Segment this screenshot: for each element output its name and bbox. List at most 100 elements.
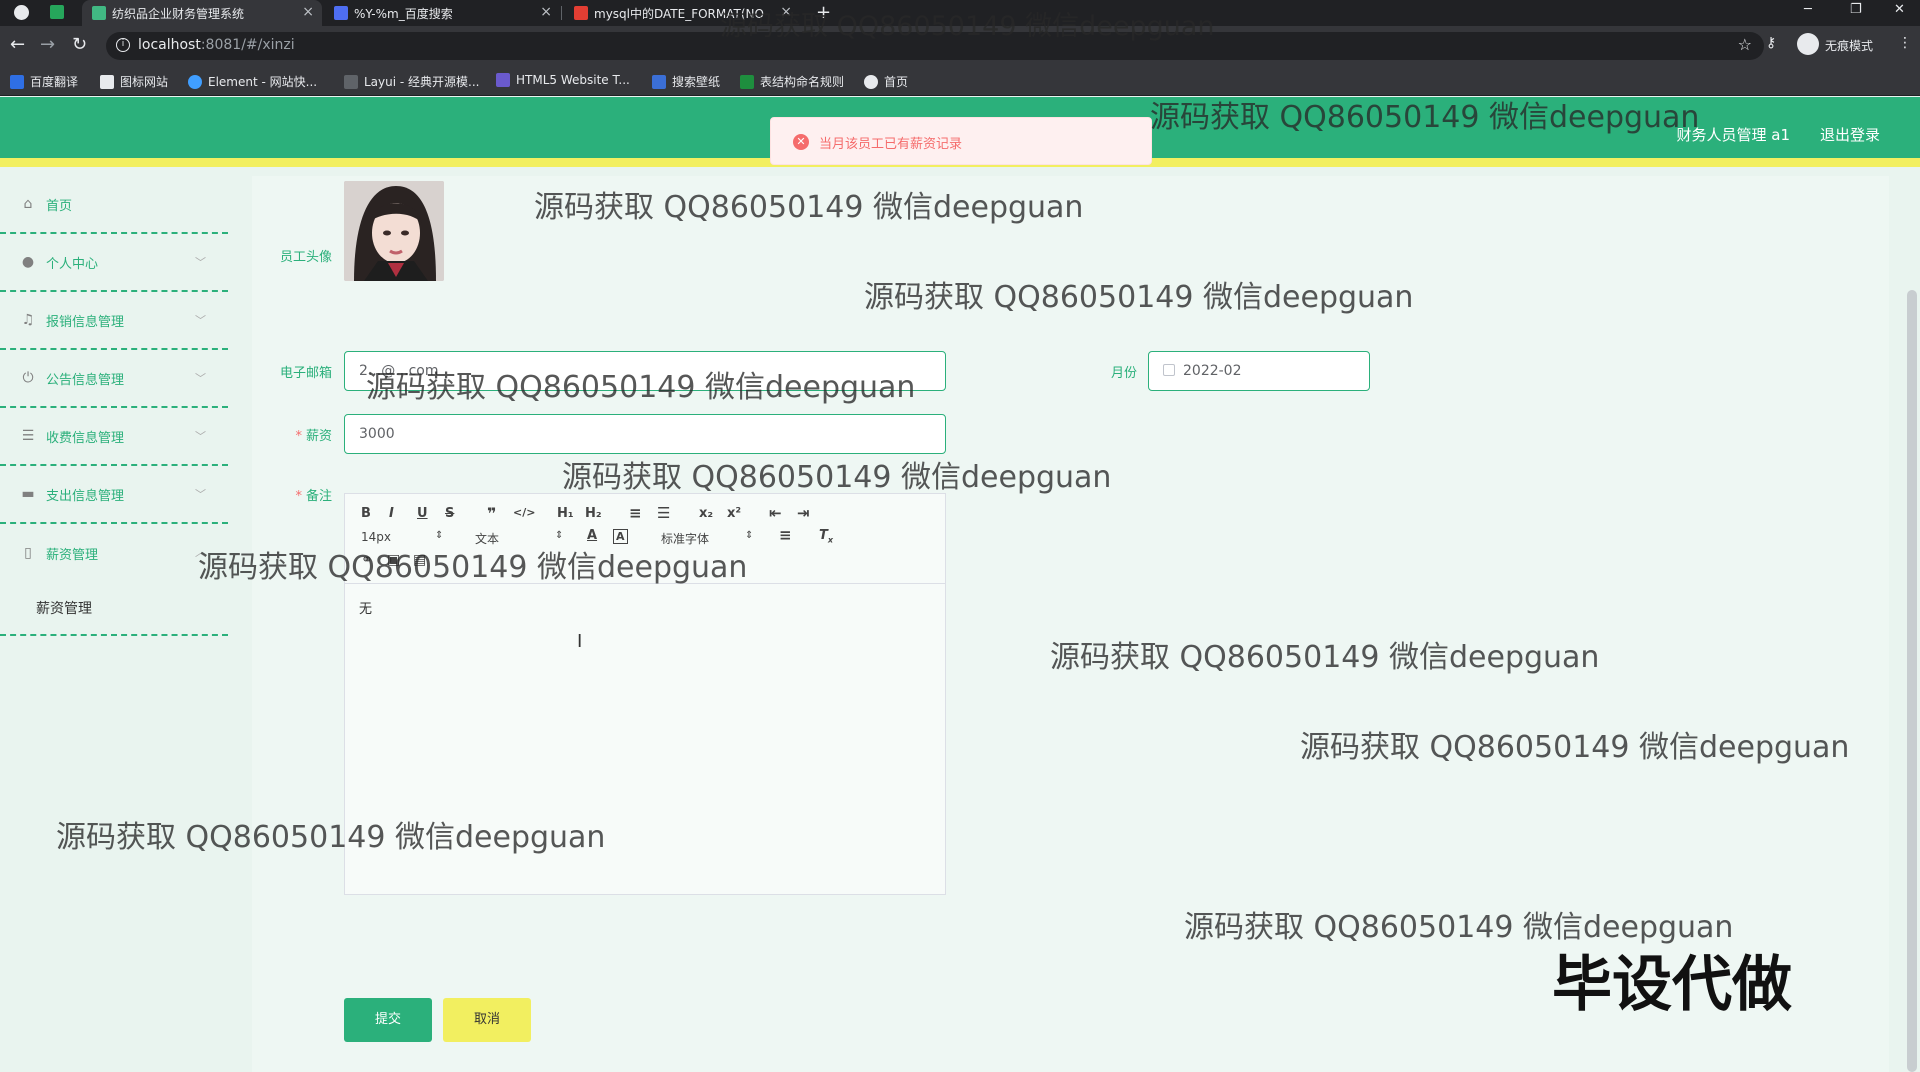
close-icon[interactable]: × [780, 4, 792, 20]
new-tab-icon[interactable]: + [816, 2, 831, 23]
align-icon[interactable]: ≡ [779, 526, 792, 544]
sheet-icon [740, 74, 754, 89]
bullet-list-icon[interactable]: ☰ [657, 504, 670, 522]
avatar-label: 员工头像 [279, 250, 332, 265]
vue-icon [92, 6, 106, 20]
month-picker[interactable]: 2022-02 [1148, 351, 1370, 391]
chevron-up-down-icon: ⇕ [435, 530, 444, 541]
bookmark-item[interactable]: HTML5 Website T... [496, 73, 630, 87]
chrome-icon[interactable] [14, 5, 29, 20]
ordered-list-icon[interactable]: ≡ [629, 504, 642, 522]
bookmark-item[interactable]: 搜索壁纸 [652, 73, 720, 90]
sidebar-item-announcement[interactable]: ⏻ 公告信息管理 ﹀ [0, 350, 228, 408]
translate-icon [10, 74, 24, 89]
chevron-up-down-icon: ⇕ [555, 530, 564, 541]
sidebar-item-reimbursement[interactable]: ♫ 报销信息管理 ﹀ [0, 292, 228, 350]
strikethrough-icon[interactable]: S [445, 506, 454, 521]
bookmark-item[interactable]: 百度翻译 [10, 73, 78, 90]
close-icon[interactable]: × [302, 4, 314, 20]
user-icon: ● [21, 254, 35, 270]
restore-icon[interactable]: ❐ [1850, 2, 1862, 17]
chevron-down-icon: ﹀ [195, 488, 206, 501]
link-icon[interactable]: ⚭ [361, 552, 373, 568]
url-text: localhost:8081/#/xinzi [138, 37, 295, 53]
tab-app[interactable]: 纺织品企业财务管理系统 × [82, 0, 322, 26]
tab-title: %Y-%m_百度搜索 [354, 6, 453, 21]
chevron-up-icon: ︿ [195, 546, 206, 559]
key-icon[interactable]: ⚷ [1766, 35, 1776, 51]
wallpaper-icon [652, 74, 666, 89]
editor-toolbar: B I U S ❞ </> H₁ H₂ ≡ ☰ x₂ x² ⇤ ⇥ 14px ⇕… [345, 494, 945, 584]
email-field[interactable]: 2...@...com [344, 351, 946, 391]
submit-button[interactable]: 提交 [344, 998, 432, 1042]
code-block-icon[interactable]: </> [513, 506, 535, 519]
sidebar-item-label: 首页 [46, 198, 73, 214]
forward-icon[interactable]: → [40, 35, 55, 55]
header-2-icon[interactable]: H₂ [585, 506, 602, 521]
menu-icon[interactable]: ⋮ [1898, 35, 1912, 51]
window-close-icon[interactable]: ✕ [1894, 2, 1905, 17]
bookmark-item[interactable]: Layui - 经典开源模... [344, 73, 479, 90]
font-family-select[interactable]: 标准字体 ⇕ [661, 530, 757, 547]
address-bar[interactable]: i localhost:8081/#/xinzi ☆ [106, 32, 1764, 60]
incognito-label[interactable]: 无痕模式 [1825, 37, 1873, 54]
superscript-icon[interactable]: x² [727, 506, 741, 521]
incognito-icon[interactable] [1797, 33, 1819, 55]
underline-icon[interactable]: U [417, 506, 428, 521]
image-icon[interactable]: ▣ [387, 552, 400, 568]
rich-text-editor[interactable]: B I U S ❞ </> H₁ H₂ ≡ ☰ x₂ x² ⇤ ⇥ 14px ⇕… [344, 493, 946, 895]
bold-icon[interactable]: B [361, 506, 371, 521]
background-color-icon[interactable]: A [613, 529, 628, 544]
current-user-label: 财务人员管理 a1 [1676, 126, 1790, 144]
indent-increase-icon[interactable]: ⇥ [797, 504, 810, 522]
back-icon[interactable]: ← [10, 35, 25, 55]
sidebar-item-label: 薪资管理 [46, 547, 99, 563]
subscript-icon[interactable]: x₂ [699, 506, 713, 521]
sidebar-item-income[interactable]: ☰ 收费信息管理 ﹀ [0, 408, 228, 466]
clear-format-icon[interactable]: Tx [819, 528, 833, 545]
editor-content[interactable]: 无 [359, 598, 372, 617]
remark-label: * 备注 [295, 489, 332, 504]
blockquote-icon[interactable]: ❞ [487, 504, 496, 523]
csdn-icon [574, 6, 588, 20]
tab-baidu[interactable]: %Y-%m_百度搜索 × [324, 0, 560, 26]
header-select[interactable]: 文本 ⇕ [475, 530, 563, 547]
salary-label: * 薪资 [295, 429, 332, 444]
bookmark-item[interactable]: 图标网站 [100, 73, 168, 90]
indent-decrease-icon[interactable]: ⇤ [769, 504, 782, 522]
italic-icon[interactable]: I [389, 506, 394, 521]
sidebar-item-profile[interactable]: ● 个人中心 ﹀ [0, 234, 228, 292]
email-label: 电子邮箱 [279, 366, 332, 381]
tab-title: mysql中的DATE_FORMAT(NO [594, 6, 764, 21]
tab-mysql[interactable]: mysql中的DATE_FORMAT(NO × [564, 0, 800, 26]
sidebar-item-salary[interactable]: ▯ 薪资管理 ︿ [0, 524, 228, 582]
html5-icon [496, 73, 510, 87]
bookmark-item[interactable]: 表结构命名规则 [740, 73, 844, 90]
font-size-select[interactable]: 14px ⇕ [361, 530, 445, 544]
browser-toolbar: ← → ↻ i localhost:8081/#/xinzi ☆ ⚷ 无痕模式 … [0, 26, 1920, 66]
tab-search-icon[interactable] [50, 5, 64, 19]
video-icon[interactable]: ▤ [413, 552, 426, 568]
font-color-icon[interactable]: A [587, 528, 597, 543]
text-cursor-icon: I [577, 631, 583, 652]
calendar-icon [1163, 364, 1175, 376]
cancel-button[interactable]: 取消 [443, 998, 531, 1042]
logout-link[interactable]: 退出登录 [1820, 124, 1880, 145]
sidebar-item-home[interactable]: ⌂ 首页 [0, 176, 228, 234]
reload-icon[interactable]: ↻ [72, 35, 87, 55]
salary-field[interactable]: 3000 [344, 414, 946, 454]
sidebar-item-expense[interactable]: ▬ 支出信息管理 ﹀ [0, 466, 228, 524]
header-1-icon[interactable]: H₁ [557, 506, 574, 521]
close-icon[interactable]: × [540, 4, 552, 20]
tab-title: 纺织品企业财务管理系统 [112, 6, 245, 21]
tab-divider [561, 6, 562, 20]
bookmark-item[interactable]: Element - 网站快... [188, 73, 317, 90]
sidebar-subitem-salary-management[interactable]: 薪资管理 [0, 582, 228, 636]
info-icon[interactable]: i [116, 38, 130, 52]
phone-icon: ▯ [24, 545, 32, 561]
briefcase-icon: ▬ [21, 486, 35, 502]
page-scrollbar[interactable] [1907, 290, 1917, 1072]
minimize-icon[interactable]: ─ [1804, 2, 1812, 17]
bookmark-item[interactable]: 首页 [864, 73, 908, 90]
bookmark-star-icon[interactable]: ☆ [1738, 35, 1752, 54]
